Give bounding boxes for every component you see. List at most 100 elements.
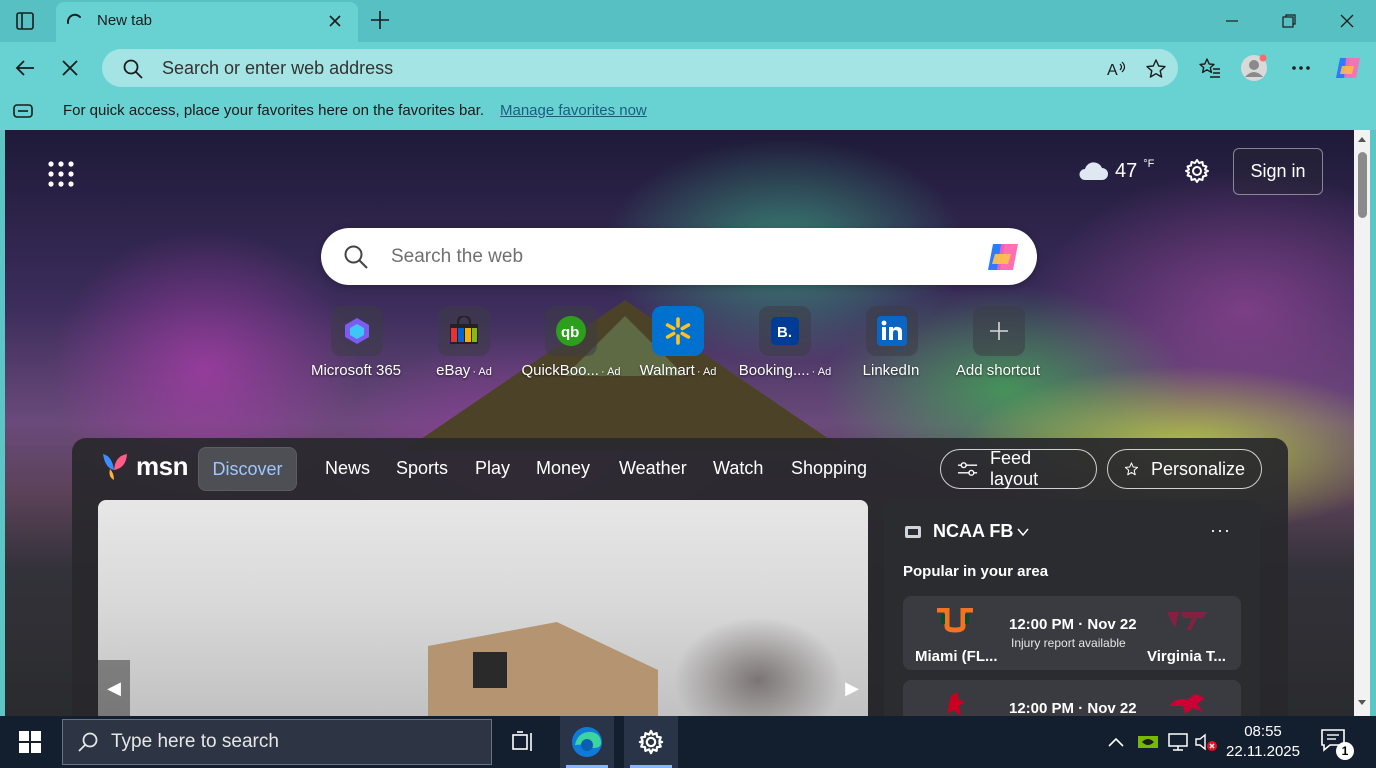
address-bar[interactable]: A [102, 49, 1178, 87]
svg-text:A: A [1107, 62, 1118, 79]
back-button[interactable] [11, 54, 39, 82]
taskbar-settings[interactable] [624, 716, 678, 768]
miami-logo-icon [937, 608, 973, 633]
favorites-icon [1199, 58, 1220, 78]
new-tab-icon[interactable] [366, 6, 394, 34]
msn-wordmark: msn [136, 450, 188, 481]
favorites-bar-icon [13, 104, 33, 118]
web-search-input[interactable] [391, 244, 971, 270]
shortcut-tile [652, 306, 704, 356]
hero-trees [638, 560, 868, 716]
tray-volume[interactable] [1194, 730, 1218, 754]
smu-logo-icon [1169, 694, 1205, 714]
app-launcher-icon[interactable] [47, 160, 75, 188]
settings-and-more-button[interactable] [1287, 54, 1315, 82]
sparkle-star-icon [1124, 462, 1139, 476]
copilot-button[interactable] [1334, 54, 1362, 82]
tab-money[interactable]: Money [536, 458, 590, 479]
weather-widget[interactable]: 47 °F [1077, 156, 1154, 186]
restore-icon [1282, 14, 1296, 28]
virginia-tech-logo-icon [1167, 612, 1207, 630]
sign-in-button[interactable]: Sign in [1233, 148, 1323, 195]
back-arrow-icon [15, 60, 34, 76]
game-time: 12:00 PM · Nov 22 [1009, 616, 1137, 633]
cloud-icon [1079, 162, 1108, 180]
minimize-button[interactable] [1210, 6, 1254, 36]
shortcut-tile [438, 306, 490, 356]
loading-spinner-icon [66, 13, 81, 24]
web-search-box[interactable] [321, 228, 1037, 285]
tab-shopping[interactable]: Shopping [791, 458, 867, 479]
sports-card: NCAA FB ··· Popular in your area Miami (… [884, 500, 1260, 716]
shortcut-linkedin[interactable]: LinkedIn [839, 306, 945, 386]
volume-muted-icon [1195, 733, 1217, 751]
close-tab-icon[interactable] [326, 12, 344, 30]
msn-butterfly-icon [103, 454, 127, 480]
add-favorite-button[interactable] [1144, 57, 1168, 81]
hero-next-button[interactable]: ▶ [836, 660, 868, 716]
shortcut-booking[interactable]: B. Booking.... · Ad [732, 306, 838, 386]
task-view-button[interactable] [496, 716, 550, 768]
game-card[interactable]: 12:00 PM · Nov 22 [903, 680, 1241, 716]
restore-button[interactable] [1267, 6, 1311, 36]
tab-watch[interactable]: Watch [713, 458, 763, 479]
sliders-icon [957, 462, 978, 476]
favorites-button[interactable] [1196, 54, 1224, 82]
shortcut-quickbooks[interactable]: qb QuickBoo... · Ad [518, 306, 624, 386]
shortcut-walmart[interactable]: Walmart · Ad [625, 306, 731, 386]
hero-previous-button[interactable]: ◀ [98, 660, 130, 716]
taskbar-edge[interactable] [560, 716, 614, 768]
more-horizontal-icon [1292, 66, 1310, 70]
star-icon [1146, 59, 1166, 78]
tray-network[interactable] [1166, 730, 1190, 754]
title-bar: New tab [0, 0, 1376, 42]
league-selector[interactable]: NCAA FB [933, 521, 1013, 542]
clock-date: 22.11.2025 [1226, 743, 1300, 760]
search-icon [123, 59, 143, 79]
shortcut-tile: B. [759, 306, 811, 356]
personalize-button[interactable]: Personalize [1107, 449, 1262, 489]
profile-button[interactable] [1240, 54, 1268, 82]
plus-icon [990, 322, 1008, 340]
shortcut-microsoft-365[interactable]: Microsoft 365 [304, 306, 410, 386]
feed-layout-button[interactable]: Feed layout [940, 448, 1097, 489]
address-input[interactable] [162, 55, 1062, 81]
scrollbar-thumb[interactable] [1358, 152, 1367, 218]
add-shortcut-button[interactable]: Add shortcut [946, 306, 1052, 386]
tab-weather[interactable]: Weather [619, 458, 687, 479]
windows-logo-icon [19, 731, 41, 753]
stop-loading-button[interactable] [56, 54, 84, 82]
game-card[interactable]: Miami (FL... 12:00 PM · Nov 22 Injury re… [903, 596, 1241, 670]
page-settings-icon[interactable] [1183, 157, 1211, 185]
windows-taskbar: Type here to search 08:55 22.11.2025 1 [0, 716, 1376, 768]
scroll-up-icon[interactable] [1358, 136, 1366, 144]
game-status: Injury report available [1011, 636, 1126, 650]
tab-sports[interactable]: Sports [396, 458, 448, 479]
tray-nvidia[interactable] [1136, 730, 1160, 754]
start-button[interactable] [8, 724, 52, 760]
tab-new-tab[interactable]: New tab [56, 2, 358, 42]
show-hidden-icons-button[interactable] [1104, 730, 1128, 754]
notification-center-button[interactable]: 1 [1320, 728, 1354, 760]
close-window-button[interactable] [1325, 6, 1369, 36]
taskbar-search-box[interactable]: Type here to search [62, 719, 492, 765]
network-icon [1168, 733, 1188, 751]
walmart-spark-icon [665, 317, 691, 345]
tab-actions-button[interactable] [8, 6, 42, 36]
msn-logo[interactable]: msn [100, 448, 188, 484]
read-aloud-button[interactable]: A [1105, 57, 1129, 81]
hero-story-image[interactable]: ◀ ▶ [98, 500, 868, 716]
shortcut-ebay[interactable]: eBay · Ad [411, 306, 517, 386]
chevron-down-icon[interactable] [1016, 525, 1030, 539]
tab-news[interactable]: News [325, 458, 370, 479]
close-icon [1340, 14, 1354, 28]
shortcut-tile: qb [545, 306, 597, 356]
manage-favorites-link[interactable]: Manage favorites now [500, 102, 647, 119]
scroll-down-icon[interactable] [1358, 698, 1366, 706]
copilot-icon[interactable] [985, 240, 1021, 274]
tab-play[interactable]: Play [475, 458, 510, 479]
tab-discover[interactable]: Discover [198, 447, 297, 491]
page-scrollbar[interactable] [1354, 130, 1370, 716]
taskbar-clock[interactable]: 08:55 22.11.2025 [1224, 722, 1302, 762]
sports-more-options[interactable]: ··· [1210, 520, 1231, 541]
